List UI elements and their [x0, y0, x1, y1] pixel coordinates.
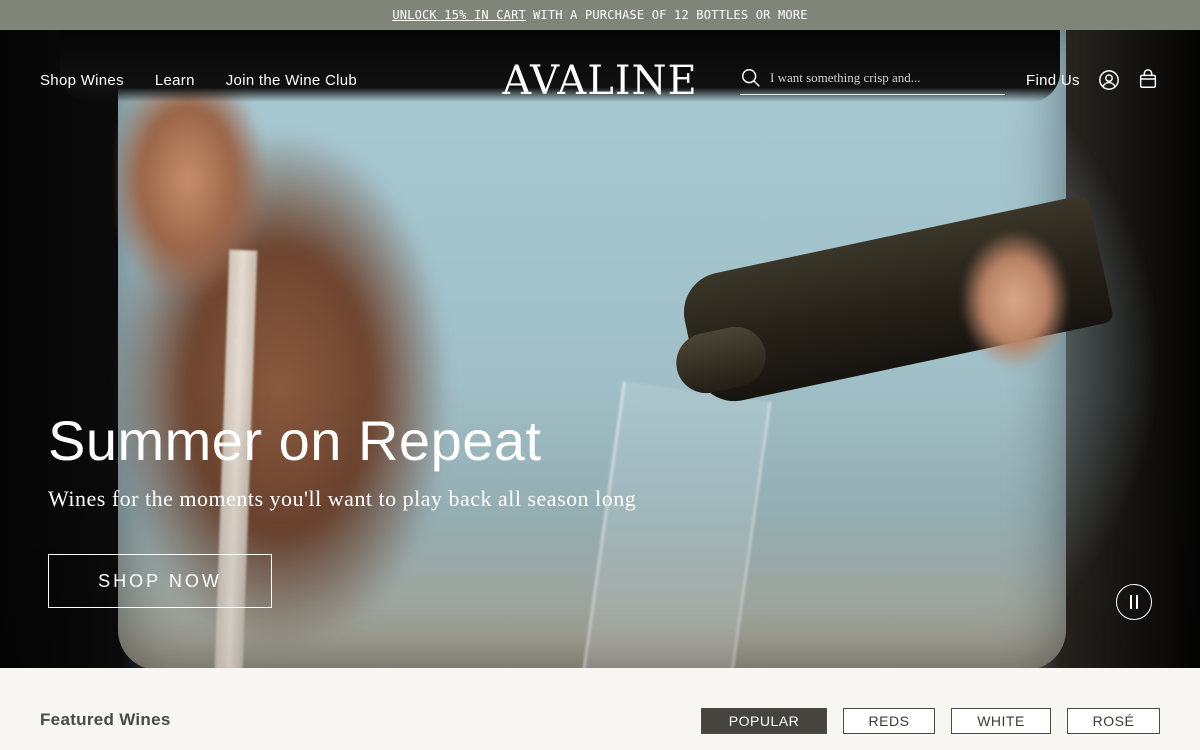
nav-wine-club[interactable]: Join the Wine Club: [226, 72, 357, 89]
filter-reds[interactable]: REDS: [843, 708, 935, 734]
brand-logo[interactable]: AVALINE: [500, 58, 700, 104]
hero-subtitle: Wines for the moments you'll want to pla…: [48, 486, 637, 511]
search-icon[interactable]: [740, 67, 762, 89]
search-bar: [740, 62, 1005, 95]
shop-now-button[interactable]: SHOP NOW: [48, 554, 272, 608]
main-nav: Shop Wines Learn Join the Wine Club: [40, 72, 357, 89]
announcement-text: WITH A PURCHASE OF 12 BOTTLES OR MORE: [532, 8, 808, 22]
pause-button[interactable]: [1116, 584, 1152, 620]
pause-icon-bar: [1136, 595, 1138, 609]
featured-wines-title: Featured Wines: [40, 710, 171, 729]
announcement-link[interactable]: UNLOCK 15% IN CART: [392, 8, 526, 22]
hero-title: Summer on Repeat: [48, 409, 542, 472]
filter-rose[interactable]: ROSÉ: [1067, 708, 1160, 734]
filter-white[interactable]: WHITE: [951, 708, 1051, 734]
bag-icon[interactable]: [1137, 68, 1159, 90]
announcement-bar: UNLOCK 15% IN CART WITH A PURCHASE OF 12…: [0, 0, 1200, 30]
pause-icon: [1130, 595, 1132, 609]
nav-learn[interactable]: Learn: [155, 72, 195, 89]
search-input[interactable]: [770, 70, 990, 86]
filter-popular[interactable]: POPULAR: [701, 708, 827, 734]
featured-wines-section: Featured Wines POPULAR REDS WHITE ROSÉ: [0, 668, 1200, 750]
nav-shop-wines[interactable]: Shop Wines: [40, 72, 124, 89]
find-us-link[interactable]: Find Us: [1026, 72, 1080, 89]
account-icon[interactable]: [1098, 69, 1120, 91]
